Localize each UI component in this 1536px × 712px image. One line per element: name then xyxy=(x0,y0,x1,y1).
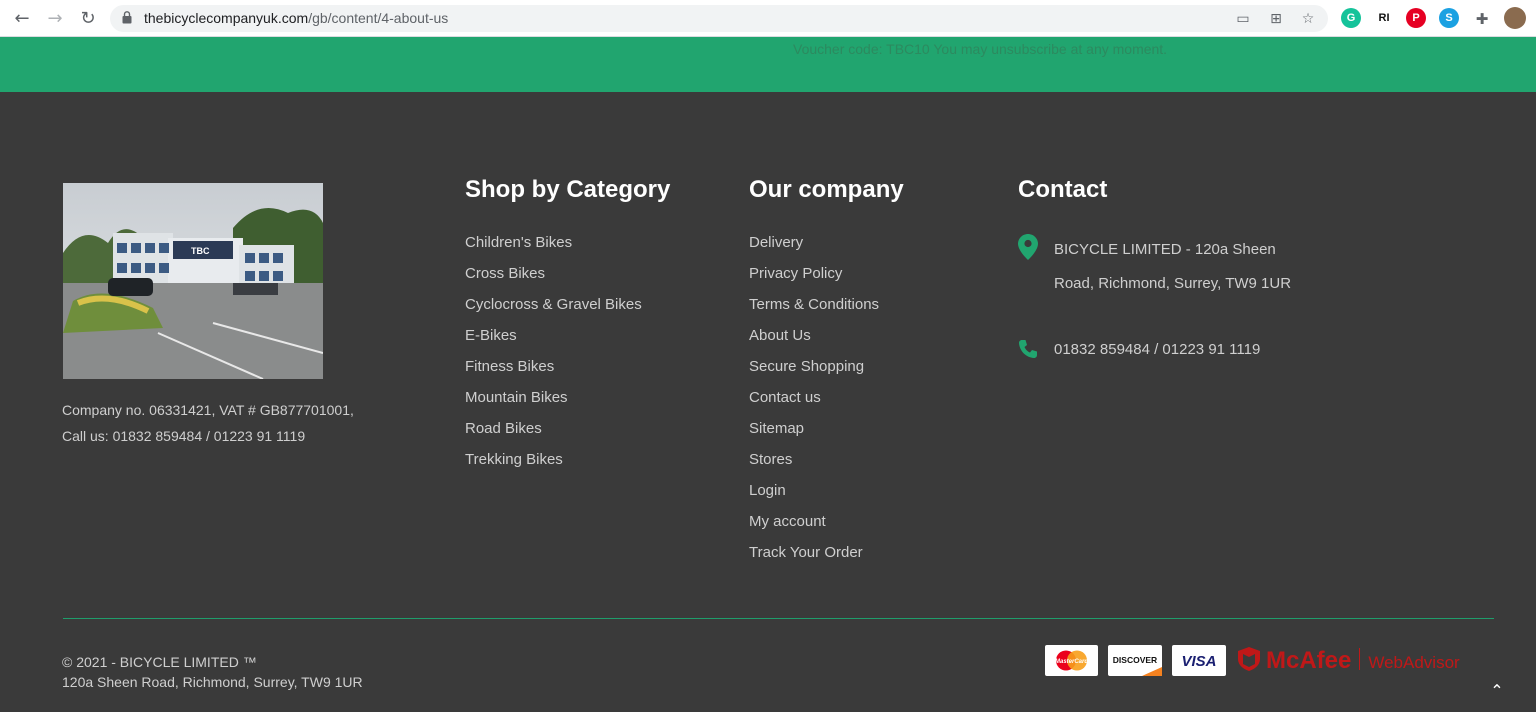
category-link-road-bikes[interactable]: Road Bikes xyxy=(465,420,642,451)
category-link-cyclocross-gravel-bikes[interactable]: Cyclocross & Gravel Bikes xyxy=(465,296,642,327)
forward-icon[interactable]: → xyxy=(44,8,66,30)
mcafee-shield-icon xyxy=(1238,647,1260,671)
company-registration: Company no. 06331421, VAT # GB877701001, xyxy=(62,402,354,418)
footer-divider xyxy=(63,618,1494,619)
ri-extension-icon[interactable]: RI xyxy=(1374,8,1394,28)
company-link-sitemap[interactable]: Sitemap xyxy=(749,420,879,451)
discover-label: DISCOVER xyxy=(1113,655,1157,665)
company-link-terms-conditions[interactable]: Terms & Conditions xyxy=(749,296,879,327)
pinterest-extension-icon[interactable]: P xyxy=(1406,8,1426,28)
company-link-delivery[interactable]: Delivery xyxy=(749,234,879,265)
our-company-list: Delivery Privacy Policy Terms & Conditio… xyxy=(749,234,879,575)
company-link-my-account[interactable]: My account xyxy=(749,513,879,544)
copyright-text: © 2021 - BICYCLE LIMITED ™ xyxy=(62,654,257,670)
category-link-mountain-bikes[interactable]: Mountain Bikes xyxy=(465,389,642,420)
company-link-track-your-order[interactable]: Track Your Order xyxy=(749,544,879,575)
newsletter-band: Voucher code: TBC10 You may unsubscribe … xyxy=(0,37,1536,92)
visa-label: VISA xyxy=(1181,653,1216,670)
qr-code-icon[interactable]: ⊞ xyxy=(1267,10,1285,28)
contact-title: Contact xyxy=(1018,176,1108,203)
profile-avatar[interactable] xyxy=(1504,7,1526,29)
company-link-secure-shopping[interactable]: Secure Shopping xyxy=(749,358,879,389)
visa-logo: VISA xyxy=(1172,645,1226,676)
building-sign: TBC xyxy=(191,246,210,256)
grammarly-extension-icon[interactable]: G xyxy=(1341,8,1361,28)
company-link-privacy-policy[interactable]: Privacy Policy xyxy=(749,265,879,296)
shop-by-category-list: Children's Bikes Cross Bikes Cyclocross … xyxy=(465,234,642,482)
shop-by-category-title: Shop by Category xyxy=(465,176,671,203)
mcafee-separator xyxy=(1359,648,1361,670)
mastercard-logo: MasterCard xyxy=(1045,645,1098,676)
company-link-about-us[interactable]: About Us xyxy=(749,327,879,358)
company-phone: Call us: 01832 859484 / 01223 91 1119 xyxy=(62,428,306,444)
category-link-trekking-bikes[interactable]: Trekking Bikes xyxy=(465,451,642,482)
contact-phone[interactable]: 01832 859484 / 01223 91 1119 xyxy=(1054,341,1260,358)
bookmark-star-icon[interactable]: ☆ xyxy=(1299,10,1317,28)
category-link-childrens-bikes[interactable]: Children's Bikes xyxy=(465,234,642,265)
store-building-photo: TBC xyxy=(63,183,323,379)
copyright-block: © 2021 - BICYCLE LIMITED ™ 120a Sheen Ro… xyxy=(62,652,363,692)
category-link-fitness-bikes[interactable]: Fitness Bikes xyxy=(465,358,642,389)
category-link-cross-bikes[interactable]: Cross Bikes xyxy=(465,265,642,296)
s-extension-icon[interactable]: S xyxy=(1439,8,1459,28)
lock-icon xyxy=(122,11,132,24)
footer-address: 120a Sheen Road, Richmond, Surrey, TW9 1… xyxy=(62,674,363,690)
company-info: Company no. 06331421, VAT # GB877701001,… xyxy=(62,397,402,449)
site-footer: TBC Company no. 06331421, VAT # GB877701… xyxy=(0,92,1536,712)
mastercard-label: MasterCard xyxy=(1055,659,1088,665)
map-pin-icon xyxy=(1018,234,1038,260)
scroll-to-top-icon[interactable]: ⌃ xyxy=(1486,680,1508,702)
url-domain: thebicyclecompanyuk.com xyxy=(144,10,309,26)
category-link-e-bikes[interactable]: E-Bikes xyxy=(465,327,642,358)
mcafee-webadvisor-badge: McAfee WebAdvisor xyxy=(1238,647,1460,674)
voucher-text: Voucher code: TBC10 You may unsubscribe … xyxy=(793,41,1168,57)
company-link-stores[interactable]: Stores xyxy=(749,451,879,482)
back-icon[interactable]: ← xyxy=(11,8,33,30)
our-company-title: Our company xyxy=(749,176,904,203)
company-link-login[interactable]: Login xyxy=(749,482,879,513)
mcafee-product: WebAdvisor xyxy=(1368,653,1460,672)
contact-address: BICYCLE LIMITED - 120a Sheen Road, Richm… xyxy=(1054,241,1292,292)
phone-icon xyxy=(1019,340,1037,358)
reload-icon[interactable]: ↻ xyxy=(77,8,99,30)
address-bar[interactable]: thebicyclecompanyuk.com/gb/content/4-abo… xyxy=(110,5,1328,32)
browser-toolbar: ← → ↻ thebicyclecompanyuk.com/gb/content… xyxy=(0,0,1536,37)
cast-icon[interactable]: ▭ xyxy=(1234,10,1252,28)
mcafee-brand: McAfee xyxy=(1266,647,1352,674)
company-link-contact-us[interactable]: Contact us xyxy=(749,389,879,420)
discover-logo: DISCOVER xyxy=(1108,645,1162,676)
url-text[interactable]: thebicyclecompanyuk.com/gb/content/4-abo… xyxy=(144,10,448,26)
url-path: /gb/content/4-about-us xyxy=(308,10,449,26)
extensions-puzzle-icon[interactable]: ✚ xyxy=(1471,8,1493,30)
